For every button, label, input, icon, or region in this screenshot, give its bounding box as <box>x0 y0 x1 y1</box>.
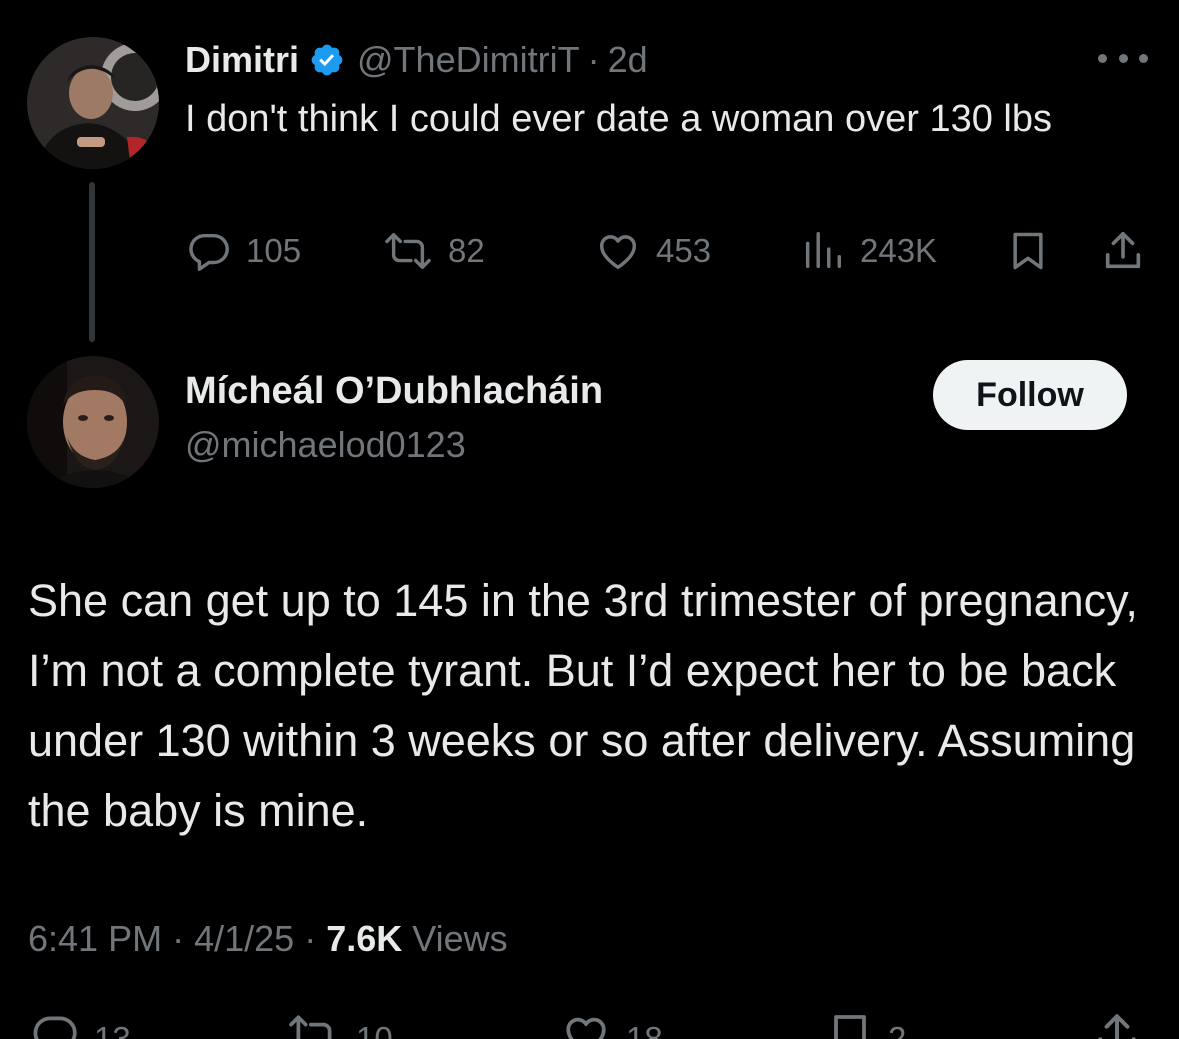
reply-bookmark-count: 2 <box>888 1020 907 1039</box>
parent-timestamp[interactable]: 2d <box>608 39 648 81</box>
like-icon <box>560 1010 612 1039</box>
views-button[interactable]: 243K <box>800 226 937 276</box>
repost-icon <box>382 228 434 274</box>
reply-like-button[interactable]: 18 <box>560 1014 663 1039</box>
separator-dot: · <box>172 918 185 959</box>
separator-dot: · <box>304 918 317 959</box>
views-count: 243K <box>860 232 938 269</box>
reply-icon <box>186 228 232 274</box>
like-icon <box>594 228 642 274</box>
bookmark-button[interactable] <box>1006 226 1050 276</box>
bookmark-icon <box>826 1010 874 1039</box>
like-button[interactable]: 453 <box>594 226 711 276</box>
views-icon <box>800 228 846 274</box>
reply-share-button[interactable] <box>1092 1014 1142 1039</box>
follow-button[interactable]: Follow <box>933 360 1127 430</box>
reply-date[interactable]: 4/1/25 <box>194 918 294 959</box>
repost-button[interactable]: 82 <box>382 226 485 276</box>
parent-handle[interactable]: @TheDimitriT <box>357 39 580 81</box>
verified-badge-icon <box>309 42 345 78</box>
reply-repost-button[interactable]: 10 <box>286 1014 393 1039</box>
bookmark-icon <box>1006 228 1050 274</box>
reply-metadata: 6:41 PM · 4/1/25 · 7.6K Views <box>28 918 508 960</box>
parent-display-name[interactable]: Dimitri <box>185 39 299 81</box>
parent-tweet-text: I don't think I could ever date a woman … <box>185 98 1052 140</box>
parent-avatar[interactable] <box>27 37 159 169</box>
reply-display-name[interactable]: Mícheál O’Dubhlacháin <box>185 370 603 413</box>
reply-reply-count: 13 <box>94 1020 131 1039</box>
repost-icon <box>286 1010 342 1039</box>
like-count: 453 <box>656 232 712 269</box>
reply-button[interactable]: 105 <box>186 226 301 276</box>
reply-avatar[interactable] <box>27 356 159 488</box>
separator-dot: · <box>587 39 600 80</box>
repost-count: 82 <box>448 232 485 269</box>
reply-views-label: Views <box>412 918 508 959</box>
share-icon <box>1100 228 1146 274</box>
reply-time[interactable]: 6:41 PM <box>28 918 162 959</box>
reply-views-count: 7.6K <box>326 918 403 959</box>
reply-repost-count: 10 <box>356 1020 393 1039</box>
share-button[interactable] <box>1100 226 1146 276</box>
reply-icon <box>30 1010 80 1039</box>
reply-like-count: 18 <box>626 1020 663 1039</box>
thread-line <box>89 182 95 342</box>
parent-tweet-header: Dimitri @TheDimitriT · 2d <box>185 34 648 86</box>
more-icon[interactable] <box>1098 50 1148 66</box>
reply-handle[interactable]: @michaelod0123 <box>185 424 466 466</box>
reply-reply-button[interactable]: 13 <box>30 1014 131 1039</box>
share-icon <box>1092 1010 1142 1039</box>
reply-bookmark-button[interactable]: 2 <box>826 1014 906 1039</box>
reply-count: 105 <box>246 232 302 269</box>
reply-tweet-text: She can get up to 145 in the 3rd trimest… <box>28 575 1138 836</box>
